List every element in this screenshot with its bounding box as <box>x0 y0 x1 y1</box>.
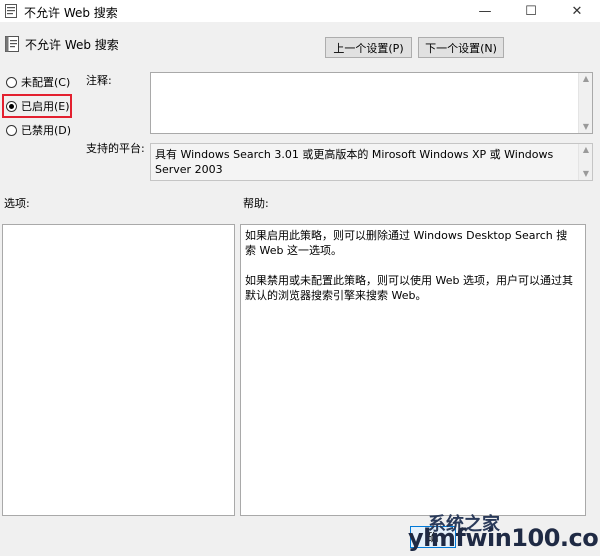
scroll-up-icon[interactable]: ▲ <box>582 75 590 83</box>
radio-label: 未配置(C) <box>21 76 71 89</box>
minimize-button[interactable]: — <box>462 0 508 22</box>
radio-enabled[interactable]: 已启用(E) <box>6 98 70 114</box>
scroll-down-icon[interactable]: ▼ <box>582 170 590 178</box>
supported-label: 支持的平台: <box>86 142 145 155</box>
comment-label: 注释: <box>86 74 112 87</box>
help-paragraph: 如果禁用或未配置此策略，则可以使用 Web 选项，用户可以通过其默认的浏览器搜索… <box>245 274 573 302</box>
previous-setting-button[interactable]: 上一个设置(P) <box>325 37 412 58</box>
policy-title: 不允许 Web 搜索 <box>25 38 119 52</box>
comment-scrollbar[interactable]: ▲ ▼ <box>578 73 592 133</box>
policy-setting-icon <box>5 36 19 52</box>
supported-platforms-value: 具有 Windows Search 3.01 或更高版本的 Mirosoft W… <box>155 148 554 176</box>
policy-document-icon <box>5 4 17 18</box>
supported-scrollbar[interactable]: ▲ ▼ <box>578 144 592 180</box>
comment-textarea[interactable]: ▲ ▼ <box>150 72 593 134</box>
supported-platforms-box: 具有 Windows Search 3.01 或更高版本的 Mirosoft W… <box>150 143 593 181</box>
radio-circle-icon[interactable] <box>6 76 17 88</box>
options-label: 选项: <box>4 197 30 210</box>
minimize-icon: — <box>478 3 492 19</box>
scroll-down-icon[interactable]: ▼ <box>582 123 590 131</box>
radio-label: 已启用(E) <box>21 100 70 113</box>
maximize-icon: ☐ <box>525 3 537 19</box>
window-title: 不允许 Web 搜索 <box>24 6 118 20</box>
radio-disabled[interactable]: 已禁用(D) <box>6 122 71 138</box>
radio-circle-icon[interactable] <box>6 124 17 136</box>
site-watermark: 系统之家 ylmfwin100.com <box>408 508 600 552</box>
close-icon: ✕ <box>571 3 583 19</box>
radio-label: 已禁用(D) <box>21 124 72 137</box>
close-button[interactable]: ✕ <box>554 0 600 22</box>
radio-not-configured[interactable]: 未配置(C) <box>6 74 70 90</box>
help-panel: 如果启用此策略，则可以删除通过 Windows Desktop Search 搜… <box>240 224 586 516</box>
radio-circle-checked-icon[interactable] <box>6 100 17 112</box>
scroll-up-icon[interactable]: ▲ <box>582 146 590 154</box>
options-panel <box>2 224 235 516</box>
help-label: 帮助: <box>243 197 269 210</box>
maximize-button[interactable]: ☐ <box>508 0 554 22</box>
next-setting-button[interactable]: 下一个设置(N) <box>418 37 504 58</box>
watermark-url-text: ylmfwin100.com <box>408 524 600 552</box>
help-paragraph: 如果启用此策略，则可以删除通过 Windows Desktop Search 搜… <box>245 229 568 257</box>
help-content: 如果启用此策略，则可以删除通过 Windows Desktop Search 搜… <box>245 228 575 318</box>
